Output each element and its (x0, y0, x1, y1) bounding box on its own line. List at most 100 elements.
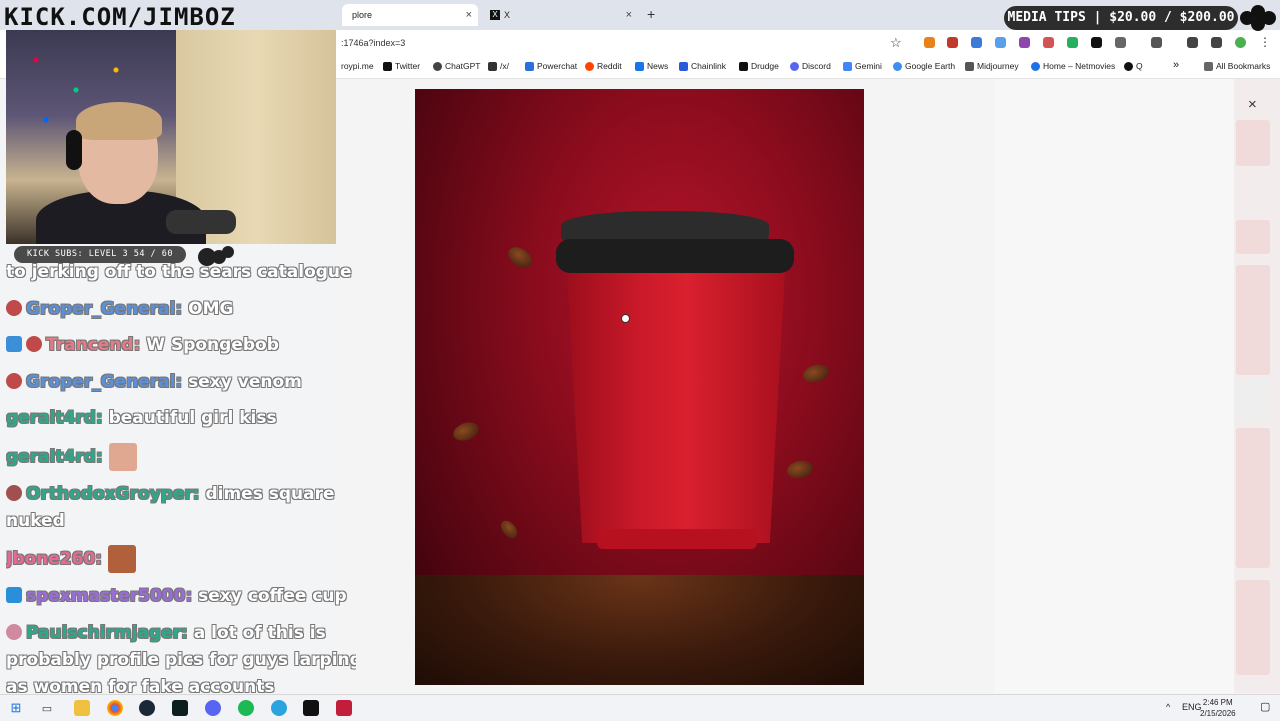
bookmark-item[interactable]: News (635, 61, 668, 71)
chat-message: nuked (6, 508, 65, 535)
bookmark-item[interactable]: Drudge (739, 61, 779, 71)
extension-icon[interactable] (947, 37, 958, 48)
bookmark-item[interactable]: Chainlink (679, 61, 726, 71)
tab-x[interactable]: X X × (482, 4, 638, 26)
face-emote-icon (108, 545, 137, 573)
x-logo-icon (383, 61, 392, 71)
clock-date: 2/15/2026 (1200, 709, 1236, 718)
extension-icon[interactable] (1043, 37, 1054, 48)
bookmark-item[interactable]: Home – Netmovies (1031, 61, 1115, 71)
bookmark-item[interactable]: Midjourney (965, 61, 1019, 71)
bookmark-item[interactable]: Gemini (843, 61, 882, 71)
language-indicator[interactable]: ENG (1182, 702, 1202, 712)
discord-icon[interactable] (205, 700, 221, 716)
cup-lid-rim (556, 239, 794, 273)
chat-message: Paulschirmjager: a lot of this is (6, 620, 326, 647)
clock-time: 2:46 PM (1202, 698, 1233, 707)
reddit-icon (585, 61, 594, 71)
file-explorer-icon[interactable] (74, 700, 90, 716)
close-modal-button[interactable]: × (1248, 96, 1257, 113)
tab-title: X (504, 10, 511, 20)
terminal-icon[interactable] (172, 700, 188, 716)
steam-icon[interactable] (139, 700, 155, 716)
sub-badge-icon (6, 336, 22, 352)
midjourney-icon (965, 61, 974, 71)
sidebar-icon[interactable] (1151, 37, 1162, 48)
thumbnail[interactable] (1236, 120, 1270, 166)
all-bookmarks-button[interactable]: All Bookmarks (1204, 61, 1270, 71)
extension-icon[interactable] (995, 37, 1006, 48)
bookmark-item[interactable]: Reddit (585, 61, 622, 71)
generated-image[interactable] (415, 89, 864, 685)
url-field[interactable]: :1746a?index=3 (341, 38, 405, 48)
coffee-bean (497, 517, 521, 542)
extension-icon[interactable] (1067, 37, 1078, 48)
chat-message: spexmaster5000: sexy coffee cup (6, 583, 347, 610)
user-badge-icon (6, 624, 22, 640)
chat-text: dimes square (205, 484, 335, 504)
bookmark-item[interactable]: Twitter (383, 61, 420, 71)
bookmark-item[interactable]: /x/ (488, 61, 509, 71)
metamask-extension-icon[interactable] (924, 37, 935, 48)
bookmark-item[interactable]: Discord (790, 61, 831, 71)
powerchat-icon (525, 61, 534, 71)
spotify-icon[interactable] (238, 700, 254, 716)
bookmark-item[interactable]: ChatGPT (433, 61, 480, 71)
chat-message: Groper_General: OMG (6, 296, 233, 323)
tab-close-button[interactable]: × (466, 9, 472, 21)
bookmark-star-icon[interactable]: ☆ (890, 35, 902, 51)
capcut-icon[interactable] (303, 700, 319, 716)
thumbnail[interactable] (1236, 580, 1270, 675)
kick-logo-icon (1240, 5, 1276, 31)
extension-icon[interactable] (971, 37, 982, 48)
coffee-bean (801, 361, 831, 386)
tray-chevron-icon[interactable]: ^ (1166, 702, 1170, 712)
menu-list-icon[interactable] (1211, 37, 1222, 48)
chat-username: Paulschirmjager: (26, 623, 188, 643)
google-earth-icon (893, 61, 902, 71)
folder-icon (1204, 61, 1213, 71)
new-tab-button[interactable]: + (647, 6, 655, 22)
user-badge-icon (6, 300, 22, 316)
extension-icon[interactable] (1019, 37, 1030, 48)
kebab-menu-icon[interactable]: ⋮ (1259, 36, 1271, 48)
system-clock[interactable]: 2:46 PM 2/15/2026 (1200, 697, 1236, 719)
puzzle-icon[interactable] (1115, 37, 1126, 48)
profile-avatar[interactable] (1235, 37, 1246, 48)
bookmark-item[interactable]: Google Earth (893, 61, 955, 71)
thumbnail[interactable] (1236, 380, 1270, 420)
chainlink-icon (679, 61, 688, 71)
windows-taskbar: ⊞ ▭ ^ ENG 2:46 PM 2/15/2026 ▢ (0, 694, 1280, 721)
chat-message: probably profile pics for guys larping (6, 647, 356, 674)
notification-icon[interactable]: ▢ (1260, 700, 1270, 713)
webcam-feed (6, 30, 336, 244)
discord-icon (790, 61, 799, 71)
tab-explore[interactable]: plore × (342, 4, 478, 26)
cup-body (567, 271, 785, 543)
bookmark-item[interactable]: Q (1124, 61, 1143, 71)
thumbnail[interactable] (1236, 265, 1270, 375)
chat-username: spexmaster5000: (26, 586, 193, 606)
download-icon[interactable] (1187, 37, 1198, 48)
thumbnail[interactable] (1236, 428, 1270, 568)
thumbnail[interactable] (1236, 220, 1270, 254)
chat-username: geralt4rd: (6, 408, 103, 428)
telegram-icon[interactable] (271, 700, 287, 716)
windows-start-icon[interactable]: ⊞ (8, 700, 24, 716)
task-view-icon[interactable]: ▭ (39, 700, 55, 716)
bookmarks-overflow-button[interactable]: » (1173, 59, 1179, 71)
chat-message: Jbone260: (6, 545, 137, 573)
bookmark-item[interactable]: Powerchat (525, 61, 577, 71)
x-extension-icon[interactable] (1091, 37, 1102, 48)
app-icon[interactable] (336, 700, 352, 716)
coffee-bean (450, 419, 482, 444)
bookmark-item[interactable]: roypi.me (341, 61, 374, 71)
headset (66, 130, 82, 170)
chat-text: as women for fake accounts (6, 677, 275, 694)
chat-text: sexy coffee cup (198, 586, 347, 606)
chrome-icon[interactable] (107, 700, 123, 716)
chat-overlay: to jerking off to the sears catalogue Gr… (6, 236, 356, 694)
tab-close-button[interactable]: × (626, 9, 632, 21)
post-details-panel (994, 79, 1234, 693)
user-badge-icon (6, 485, 22, 501)
